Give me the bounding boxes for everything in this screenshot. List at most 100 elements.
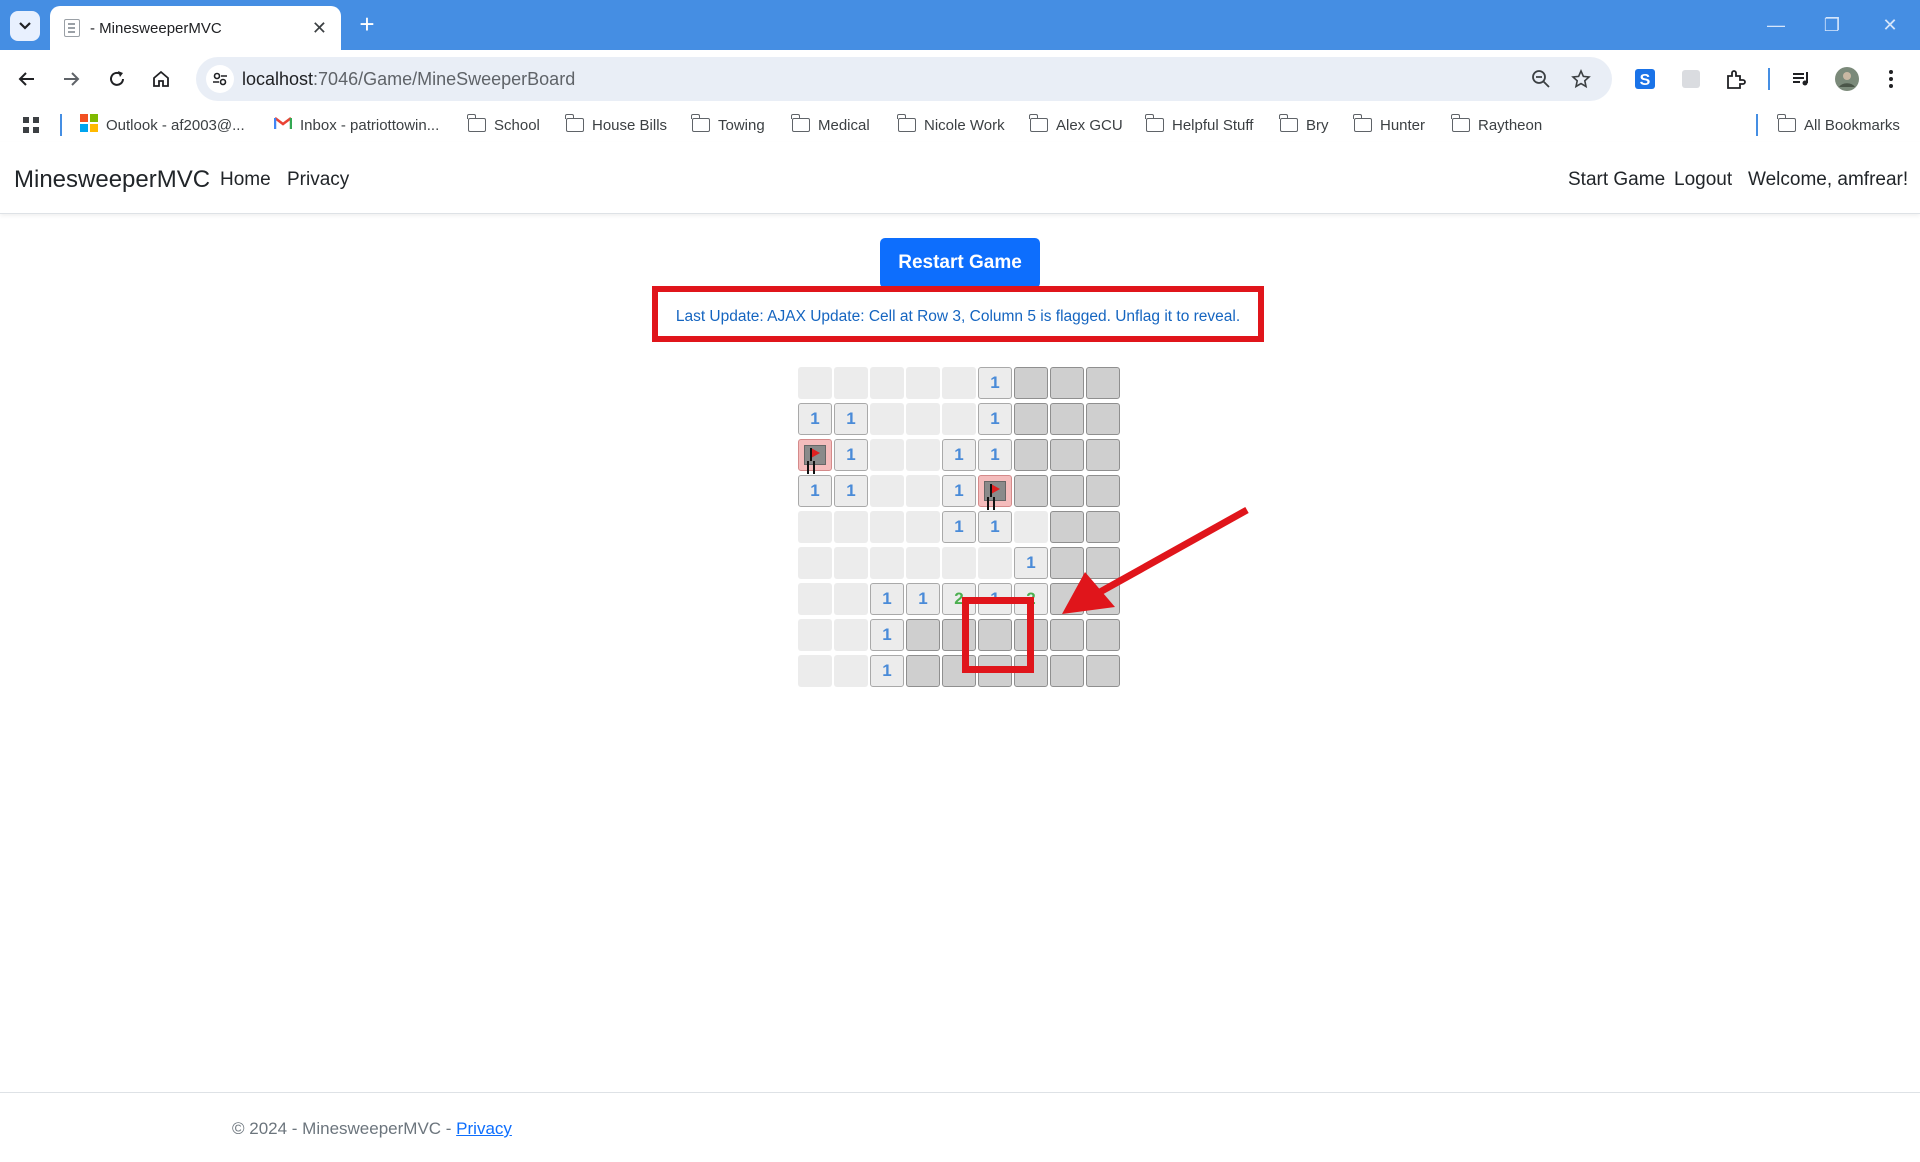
forward-button[interactable]	[56, 64, 86, 94]
board-cell-hidden[interactable]	[1086, 367, 1120, 399]
window-close-button[interactable]: ✕	[1870, 10, 1910, 40]
menu-kebab-icon[interactable]	[1876, 64, 1906, 94]
board-cell-number[interactable]: 1	[834, 475, 868, 507]
board-cell-hidden[interactable]	[1014, 403, 1048, 435]
tab-search-button[interactable]	[10, 11, 40, 41]
board-cell-hidden[interactable]	[1014, 439, 1048, 471]
board-cell-hidden[interactable]	[1050, 619, 1084, 651]
board-cell-revealed-empty[interactable]	[906, 439, 940, 471]
board-cell-number[interactable]: 1	[978, 439, 1012, 471]
bookmark-medical[interactable]: Medical	[791, 114, 870, 136]
board-cell-revealed-empty[interactable]	[978, 547, 1012, 579]
board-cell-hidden[interactable]	[1086, 439, 1120, 471]
board-cell-number[interactable]: 1	[798, 403, 832, 435]
apps-grid-icon[interactable]	[22, 114, 40, 136]
board-cell-revealed-empty[interactable]	[870, 475, 904, 507]
board-cell-revealed-empty[interactable]	[798, 511, 832, 543]
nav-start-game-link[interactable]: Start Game	[1568, 169, 1665, 191]
board-cell-hidden[interactable]	[1050, 439, 1084, 471]
board-cell-revealed-empty[interactable]	[906, 403, 940, 435]
board-cell-number[interactable]: 1	[870, 619, 904, 651]
browser-tab-active[interactable]: - MinesweeperMVC ✕	[50, 6, 341, 50]
board-cell-hidden[interactable]	[1050, 655, 1084, 687]
board-cell-revealed-empty[interactable]	[870, 547, 904, 579]
board-cell-revealed-empty[interactable]	[798, 547, 832, 579]
extension-s-icon[interactable]: S	[1630, 64, 1660, 94]
zoom-icon[interactable]	[1530, 68, 1552, 90]
board-cell-number[interactable]: 1	[942, 439, 976, 471]
bookmark-helpful-stuff[interactable]: Helpful Stuff	[1145, 114, 1253, 136]
board-cell-number[interactable]: 1	[798, 475, 832, 507]
board-cell-revealed-empty[interactable]	[870, 439, 904, 471]
board-cell-number[interactable]: 1	[870, 583, 904, 615]
reload-button[interactable]	[102, 64, 132, 94]
restore-button[interactable]: ❐	[1812, 10, 1852, 40]
home-button[interactable]	[146, 64, 176, 94]
board-cell-revealed-empty[interactable]	[834, 547, 868, 579]
bookmark-nicole-work[interactable]: Nicole Work	[897, 114, 1005, 136]
board-cell-flagged[interactable]	[978, 475, 1012, 507]
site-brand-link[interactable]: MinesweeperMVC	[14, 166, 210, 194]
board-cell-revealed-empty[interactable]	[834, 655, 868, 687]
board-cell-revealed-empty[interactable]	[798, 619, 832, 651]
tab-close-icon[interactable]: ✕	[312, 18, 327, 39]
board-cell-number[interactable]: 1	[906, 583, 940, 615]
board-cell-revealed-empty[interactable]	[834, 583, 868, 615]
board-cell-flagged[interactable]	[798, 439, 832, 471]
minimize-button[interactable]: —	[1756, 10, 1796, 40]
media-control-icon[interactable]	[1786, 64, 1816, 94]
board-cell-number[interactable]: 1	[978, 367, 1012, 399]
board-cell-revealed-empty[interactable]	[906, 367, 940, 399]
extensions-puzzle-icon[interactable]	[1720, 64, 1750, 94]
bookmark-house-bills[interactable]: House Bills	[565, 114, 667, 136]
site-info-button[interactable]	[206, 65, 234, 93]
bookmark-gmail[interactable]: Inbox - patriottowin...	[273, 114, 439, 136]
profile-avatar[interactable]	[1832, 64, 1862, 94]
bookmark-towing[interactable]: Towing	[691, 114, 765, 136]
bookmark-hunter[interactable]: Hunter	[1353, 114, 1425, 136]
bookmark-alex-gcu[interactable]: Alex GCU	[1029, 114, 1123, 136]
board-cell-revealed-empty[interactable]	[906, 547, 940, 579]
board-cell-revealed-empty[interactable]	[798, 367, 832, 399]
board-cell-revealed-empty[interactable]	[942, 403, 976, 435]
board-cell-revealed-empty[interactable]	[798, 583, 832, 615]
board-cell-number[interactable]: 1	[834, 439, 868, 471]
back-button[interactable]	[12, 64, 42, 94]
board-cell-revealed-empty[interactable]	[870, 511, 904, 543]
board-cell-number[interactable]: 1	[978, 403, 1012, 435]
board-cell-number[interactable]: 1	[870, 655, 904, 687]
board-cell-revealed-empty[interactable]	[942, 367, 976, 399]
board-cell-revealed-empty[interactable]	[798, 655, 832, 687]
board-cell-hidden[interactable]	[1050, 367, 1084, 399]
address-bar[interactable]: localhost:7046/Game/MineSweeperBoard	[196, 57, 1612, 101]
board-cell-revealed-empty[interactable]	[870, 403, 904, 435]
nav-privacy-link[interactable]: Privacy	[287, 169, 349, 191]
footer-privacy-link[interactable]: Privacy	[456, 1119, 512, 1138]
board-cell-hidden[interactable]	[1050, 403, 1084, 435]
nav-home-link[interactable]: Home	[220, 169, 271, 191]
board-cell-hidden[interactable]	[906, 655, 940, 687]
board-cell-revealed-empty[interactable]	[834, 619, 868, 651]
extension-grey-icon[interactable]	[1676, 64, 1706, 94]
board-cell-revealed-empty[interactable]	[906, 475, 940, 507]
bookmark-school[interactable]: School	[467, 114, 540, 136]
board-cell-revealed-empty[interactable]	[942, 547, 976, 579]
board-cell-revealed-empty[interactable]	[906, 511, 940, 543]
board-cell-number[interactable]: 1	[978, 511, 1012, 543]
bookmark-outlook[interactable]: Outlook - af2003@...	[80, 114, 245, 136]
bookmark-raytheon[interactable]: Raytheon	[1451, 114, 1542, 136]
nav-logout-link[interactable]: Logout	[1674, 169, 1732, 191]
all-bookmarks-button[interactable]: All Bookmarks	[1777, 114, 1900, 136]
board-cell-revealed-empty[interactable]	[870, 367, 904, 399]
board-cell-number[interactable]: 1	[942, 475, 976, 507]
board-cell-hidden[interactable]	[1014, 367, 1048, 399]
board-cell-hidden[interactable]	[1086, 655, 1120, 687]
bookmark-star-icon[interactable]	[1570, 68, 1592, 90]
new-tab-button[interactable]: +	[352, 10, 382, 40]
board-cell-revealed-empty[interactable]	[834, 367, 868, 399]
bookmark-bry[interactable]: Bry	[1279, 114, 1329, 136]
board-cell-number[interactable]: 1	[834, 403, 868, 435]
board-cell-number[interactable]: 1	[942, 511, 976, 543]
board-cell-hidden[interactable]	[1086, 619, 1120, 651]
board-cell-hidden[interactable]	[1086, 403, 1120, 435]
